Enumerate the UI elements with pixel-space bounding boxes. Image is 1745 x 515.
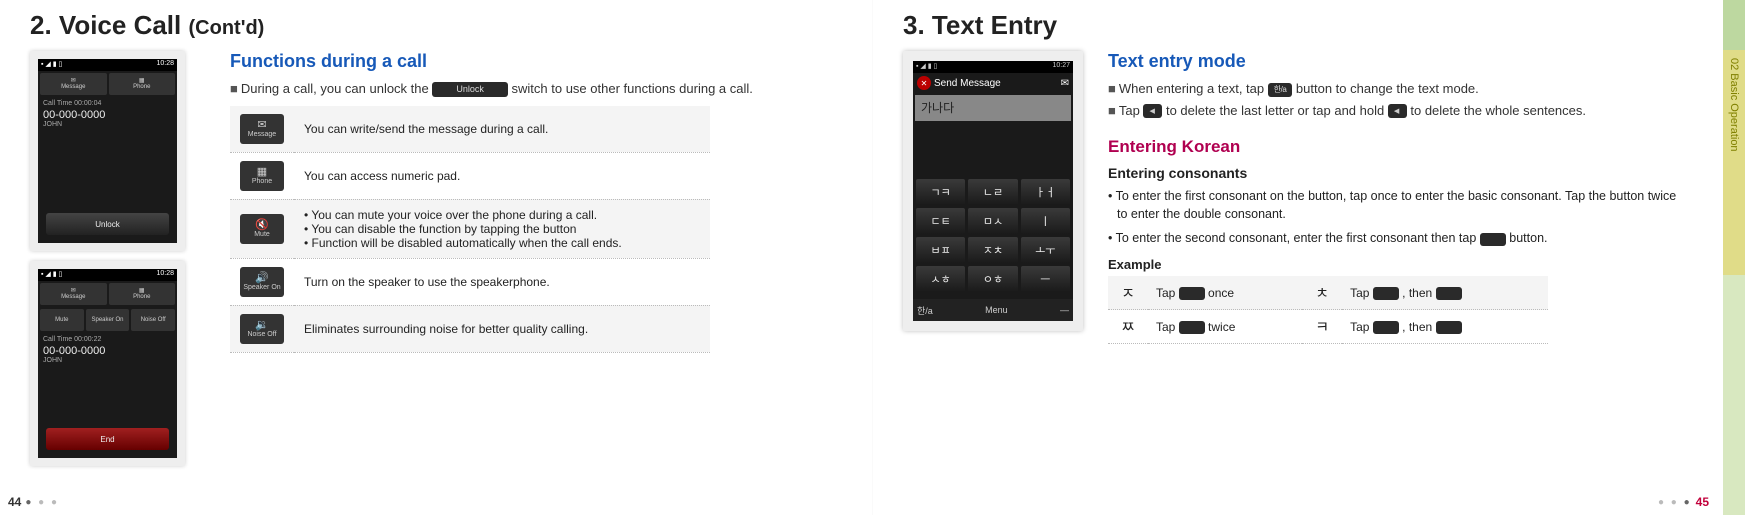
key-11[interactable]: ㅇㅎ xyxy=(968,266,1017,292)
menu-button[interactable]: Menu xyxy=(985,305,1008,315)
shift-key-icon xyxy=(1480,233,1506,246)
heading-text-entry: 3. Text Entry xyxy=(903,10,1715,41)
key-3[interactable]: ㅏㅓ xyxy=(1021,179,1070,205)
row-noise-text: Eliminates surrounding noise for better … xyxy=(294,305,710,352)
mode-toggle-button[interactable]: 한/a xyxy=(917,304,933,317)
row-message-text: You can write/send the message during a … xyxy=(294,106,710,153)
section-title-functions: Functions during a call xyxy=(230,51,842,72)
key-icon xyxy=(1179,321,1205,334)
page-45: 3. Text Entry ▪ ◢ ▮ ▯10:27 ✕ Send Messag… xyxy=(873,0,1745,515)
korean-keypad[interactable]: ㄱㅋ ㄴㄹ ㅏㅓ ㄷㅌ ㅁㅅ ㅣ ㅂㅍ ㅈㅊ ㅗㅜ ㅅㅎ ㅇㅎ ㅡ xyxy=(913,176,1073,295)
key-icon xyxy=(1436,287,1462,300)
phone-mock-locked: ▪ ◢ ▮ ▯10:28 ✉Message ▦Phone Call Time 0… xyxy=(30,51,185,251)
key-icon xyxy=(1373,321,1399,334)
chapter-tab: 02 Basic Operation xyxy=(1723,50,1745,275)
functions-table: ✉Message You can write/send the message … xyxy=(230,106,710,353)
note-text-mode: ■When entering a text, tap 한/a button to… xyxy=(1108,80,1685,98)
key-4[interactable]: ㄷㅌ xyxy=(916,208,965,234)
section-title-text-entry-mode: Text entry mode xyxy=(1108,51,1685,72)
key-7[interactable]: ㅂㅍ xyxy=(916,237,965,263)
unlock-button[interactable]: Unlock xyxy=(46,213,169,235)
key-10[interactable]: ㅅㅎ xyxy=(916,266,965,292)
example-table: ㅈ Tap once ㅊ Tap , then ㅉ Tap twice ㅋ Ta… xyxy=(1108,276,1548,344)
key-8[interactable]: ㅈㅊ xyxy=(968,237,1017,263)
phone-screenshot-message: ▪ ◢ ▮ ▯10:27 ✕ Send Message ✉ 가나다 ㄱㅋ ㄴㄹ … xyxy=(903,51,1083,344)
end-call-button[interactable]: End xyxy=(46,428,169,450)
mute-icon: 🔇Mute xyxy=(240,214,284,244)
backspace-icon-2 xyxy=(1388,104,1407,118)
heading-voice-call: 2. Voice Call (Cont'd) xyxy=(30,10,842,41)
key-icon xyxy=(1373,287,1399,300)
row-phone-text: You can access numeric pad. xyxy=(294,152,710,199)
backspace-icon xyxy=(1143,104,1162,118)
key-2[interactable]: ㄴㄹ xyxy=(968,179,1017,205)
key-9[interactable]: ㅗㅜ xyxy=(1021,237,1070,263)
key-6[interactable]: ㅣ xyxy=(1021,208,1070,234)
section-title-entering-korean: Entering Korean xyxy=(1108,137,1685,157)
side-tab-below xyxy=(1723,275,1745,515)
page-number-right: ● ● ● 45 xyxy=(1658,495,1709,509)
noise-off-icon: 🔉Noise Off xyxy=(240,314,284,344)
mode-button-icon: 한/a xyxy=(1268,83,1293,97)
consonant-instructions: To enter the first consonant on the butt… xyxy=(1108,187,1685,247)
note-delete: ■Tap to delete the last letter or tap an… xyxy=(1108,102,1685,120)
phone-icon: ▦Phone xyxy=(240,161,284,191)
key-1[interactable]: ㄱㅋ xyxy=(916,179,965,205)
backspace-button[interactable]: — xyxy=(1060,305,1069,315)
unlock-switch-icon: Unlock xyxy=(432,82,508,97)
row-speaker-text: Turn on the speaker to use the speakerph… xyxy=(294,258,710,305)
speaker-icon: 🔊Speaker On xyxy=(240,267,284,297)
key-12[interactable]: ㅡ xyxy=(1021,266,1070,292)
row-mute-text: You can mute your voice over the phone d… xyxy=(294,199,710,258)
message-icon: ✉Message xyxy=(240,114,284,144)
key-5[interactable]: ㅁㅅ xyxy=(968,208,1017,234)
subheading-consonants: Entering consonants xyxy=(1108,165,1685,181)
message-textarea[interactable]: 가나다 xyxy=(915,95,1071,121)
unlock-note: ■During a call, you can unlock the Unloc… xyxy=(230,80,842,98)
side-tab-spacer xyxy=(1723,0,1745,50)
phone-mock-unlocked: ▪ ◢ ▮ ▯10:28 ✉Message ▦Phone Mute Speake… xyxy=(30,261,185,466)
page-number-left: 44 ● ● ● xyxy=(8,495,59,509)
phone-screenshots: ▪ ◢ ▮ ▯10:28 ✉Message ▦Phone Call Time 0… xyxy=(30,51,210,466)
close-icon[interactable]: ✕ xyxy=(917,76,931,90)
key-icon xyxy=(1179,287,1205,300)
example-label: Example xyxy=(1108,257,1685,272)
key-icon xyxy=(1436,321,1462,334)
page-44: 2. Voice Call (Cont'd) ▪ ◢ ▮ ▯10:28 ✉Mes… xyxy=(0,0,873,515)
